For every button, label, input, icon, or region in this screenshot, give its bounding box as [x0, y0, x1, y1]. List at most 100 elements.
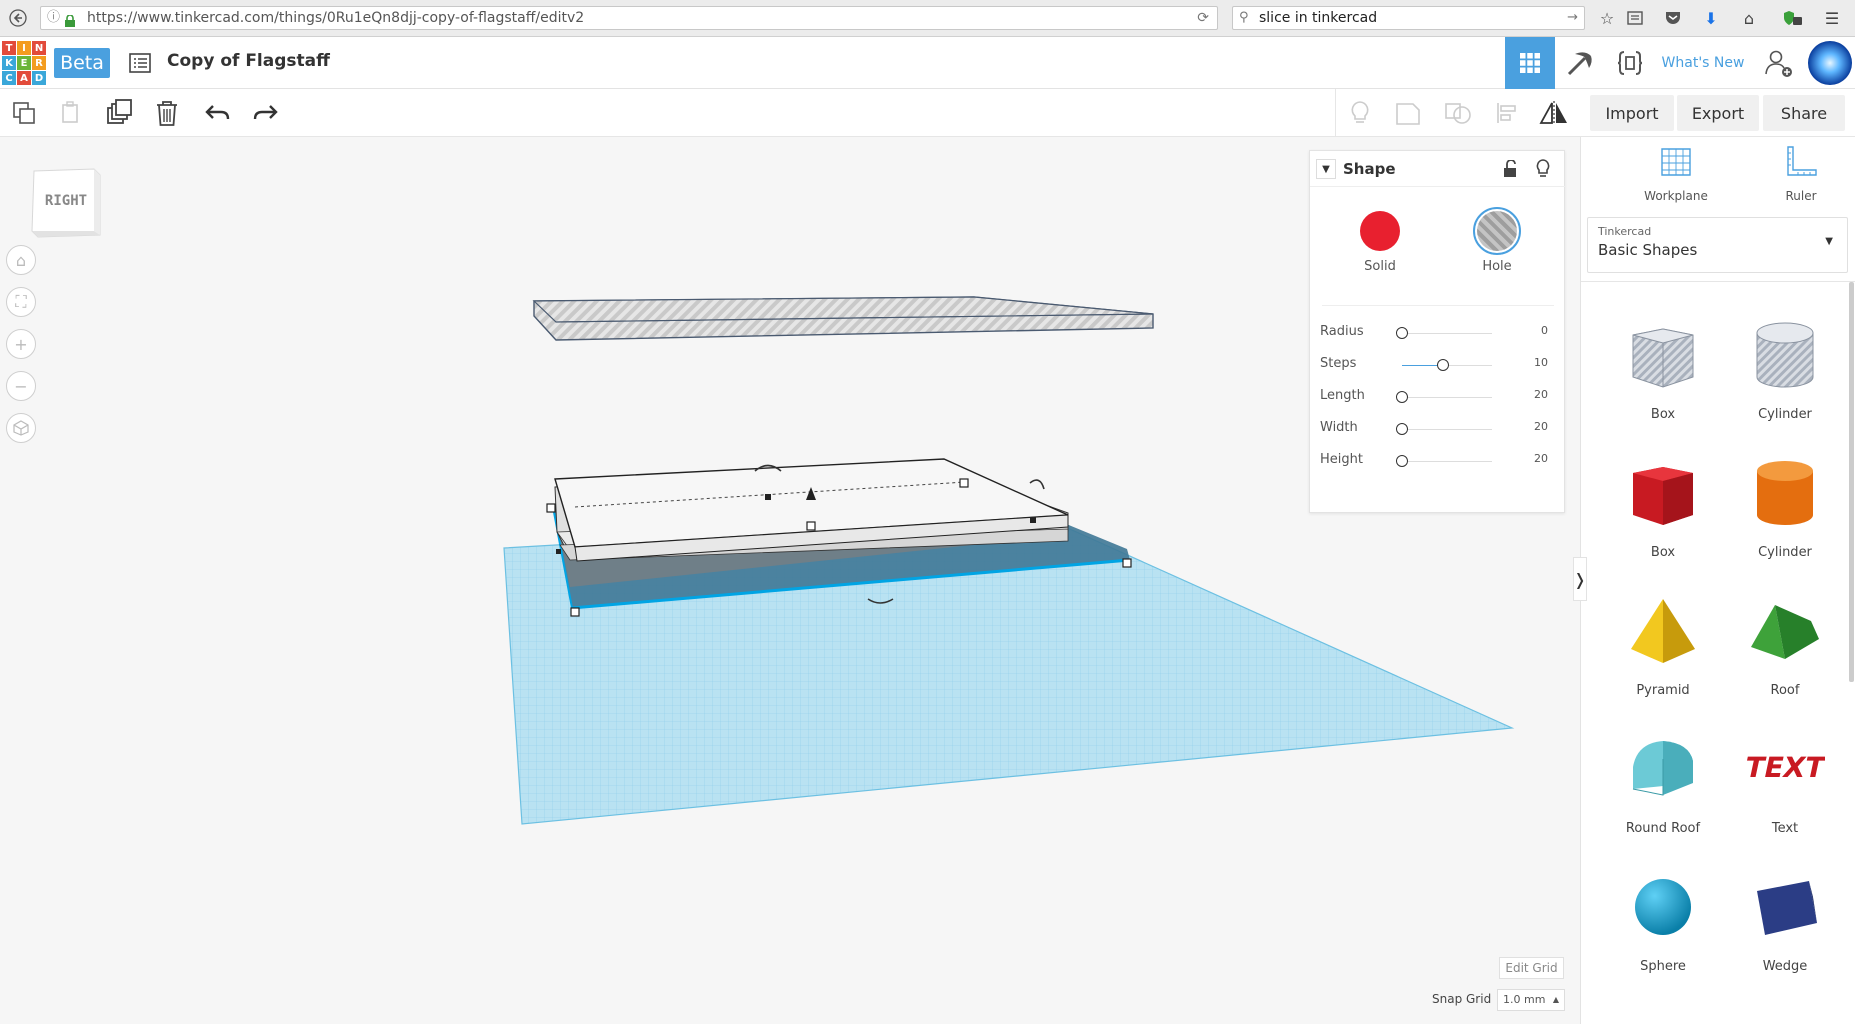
property-slider-knob[interactable]: [1396, 455, 1408, 467]
property-slider-track[interactable]: [1402, 333, 1492, 334]
snap-grid-label: Snap Grid: [1432, 992, 1492, 1006]
share-button[interactable]: Share: [1763, 95, 1845, 131]
shape-label: Box: [1650, 407, 1676, 422]
go-arrow-icon[interactable]: →: [1567, 7, 1578, 29]
design-list-icon[interactable]: [128, 51, 152, 75]
property-slider-knob[interactable]: [1396, 423, 1408, 435]
avatar[interactable]: [1808, 41, 1852, 85]
edit-toolbar: Import Export Share: [0, 89, 1855, 137]
pickaxe-icon[interactable]: [1559, 37, 1601, 89]
codeblocks-icon[interactable]: [1609, 37, 1651, 89]
ruler-icon: [1787, 146, 1817, 176]
mirror-icon[interactable]: [1538, 97, 1570, 129]
paste-icon[interactable]: [55, 97, 87, 129]
search-input[interactable]: ⚲ slice in tinkercad →: [1232, 6, 1585, 30]
snap-grid-select[interactable]: 1.0 mm ▲: [1497, 989, 1565, 1011]
snap-grid-value: 1.0 mm: [1503, 993, 1546, 1006]
reload-icon[interactable]: ⟳: [1197, 7, 1209, 29]
logo-letter: R: [32, 56, 46, 70]
design-title[interactable]: Copy of Flagstaff: [167, 51, 330, 71]
shape-tile-pyramid[interactable]: Pyramid: [1603, 571, 1723, 709]
bookmark-star-icon[interactable]: ☆: [1595, 6, 1619, 30]
ungroup-icon[interactable]: [1442, 97, 1474, 129]
shape-library-panel: ❭ Workplane Ruler Tinkercad Basic Shapes…: [1573, 137, 1855, 1024]
shape-label: Text: [1771, 821, 1799, 836]
property-slider-knob[interactable]: [1396, 391, 1408, 403]
cylinder-hole-icon: [1745, 315, 1825, 395]
url-bar[interactable]: ⓘ https://www.tinkercad.com/things/0Ru1e…: [40, 6, 1218, 30]
solid-color-swatch[interactable]: [1360, 211, 1400, 251]
shape-tile-box[interactable]: Box: [1603, 295, 1723, 433]
browser-toolbar: ⓘ https://www.tinkercad.com/things/0Ru1e…: [0, 0, 1855, 37]
ruler-label: Ruler: [1785, 189, 1817, 203]
import-button[interactable]: Import: [1590, 95, 1674, 131]
logo-letter: E: [17, 56, 31, 70]
property-row-height: Height 20: [1310, 449, 1566, 473]
trash-icon[interactable]: [151, 97, 183, 129]
undo-icon[interactable]: [202, 97, 234, 129]
shape-tile-wedge[interactable]: Wedge: [1725, 847, 1845, 985]
hole-swatch[interactable]: [1473, 207, 1521, 255]
extension-shield-icon[interactable]: [1781, 6, 1805, 30]
workplane-label: Workplane: [1644, 189, 1708, 203]
shape-tile-round-roof[interactable]: Round Roof: [1603, 709, 1723, 847]
reading-list-icon[interactable]: [1623, 6, 1647, 30]
shape-label: Pyramid: [1636, 683, 1690, 698]
back-icon[interactable]: [6, 6, 30, 30]
property-label: Length: [1320, 388, 1365, 403]
property-slider-knob[interactable]: [1396, 327, 1408, 339]
library-name: Basic Shapes: [1598, 241, 1698, 259]
property-row-steps: Steps 10: [1310, 353, 1566, 377]
group-icon[interactable]: [1392, 97, 1424, 129]
workplane-icon: [1661, 148, 1691, 176]
library-select[interactable]: Tinkercad Basic Shapes ▼: [1587, 217, 1848, 273]
home-icon[interactable]: ⌂: [1737, 6, 1761, 30]
property-slider-track[interactable]: [1402, 397, 1492, 398]
collapse-panel-button[interactable]: ❭: [1573, 557, 1587, 601]
shape-tile-roof[interactable]: Roof: [1725, 571, 1845, 709]
hole-slab-shape[interactable]: [532, 296, 1154, 341]
shape-label: Cylinder: [1758, 407, 1812, 422]
ruler-button[interactable]: Ruler: [1766, 145, 1836, 203]
shape-tile-cylinder[interactable]: Cylinder: [1725, 433, 1845, 571]
duplicate-icon[interactable]: [103, 97, 135, 129]
align-icon[interactable]: [1491, 97, 1523, 129]
tinkercad-logo[interactable]: T I N K E R C A D: [2, 41, 46, 85]
info-icon[interactable]: ⓘ: [47, 7, 60, 29]
shape-tile-cylinder[interactable]: Cylinder: [1725, 295, 1845, 433]
toolbar-divider: [1335, 89, 1336, 137]
lightbulb-icon[interactable]: [1535, 159, 1551, 183]
search-text: slice in tinkercad: [1259, 10, 1378, 26]
lightbulb-icon[interactable]: [1344, 97, 1376, 129]
menu-hamburger-icon[interactable]: ☰: [1820, 6, 1844, 30]
property-label: Steps: [1320, 356, 1357, 371]
unlock-icon[interactable]: [1503, 159, 1517, 182]
shape-tile-sphere[interactable]: Sphere: [1603, 847, 1723, 985]
edit-grid-button[interactable]: Edit Grid: [1499, 957, 1564, 979]
scrollbar-thumb[interactable]: [1849, 282, 1854, 682]
shape-label: Round Roof: [1625, 821, 1701, 836]
whats-new-link[interactable]: What's New: [1660, 37, 1746, 89]
download-icon[interactable]: ⬇: [1699, 6, 1723, 30]
3d-view-button[interactable]: [1505, 37, 1555, 89]
copy-icon[interactable]: [8, 97, 40, 129]
collapse-caret-icon[interactable]: ▼: [1316, 159, 1336, 179]
pocket-icon[interactable]: [1661, 6, 1685, 30]
property-slider-knob[interactable]: [1436, 359, 1449, 371]
add-user-icon[interactable]: [1759, 37, 1799, 89]
shape-tile-text[interactable]: TEXT Text: [1725, 709, 1845, 847]
property-value: 20: [1534, 452, 1548, 465]
box-red-icon: [1623, 453, 1703, 533]
shape-label: Roof: [1770, 683, 1800, 698]
export-button[interactable]: Export: [1677, 95, 1759, 131]
logo-letter: K: [2, 56, 16, 70]
workplane-button[interactable]: Workplane: [1641, 145, 1711, 203]
property-slider-track[interactable]: [1402, 429, 1492, 430]
redo-icon[interactable]: [249, 97, 281, 129]
property-label: Height: [1320, 452, 1363, 467]
wedge-icon: [1745, 867, 1825, 947]
sphere-icon: [1623, 867, 1703, 947]
property-slider-track[interactable]: [1402, 461, 1492, 462]
shape-tile-box[interactable]: Box: [1603, 433, 1723, 571]
inspector-title: Shape: [1343, 160, 1396, 178]
